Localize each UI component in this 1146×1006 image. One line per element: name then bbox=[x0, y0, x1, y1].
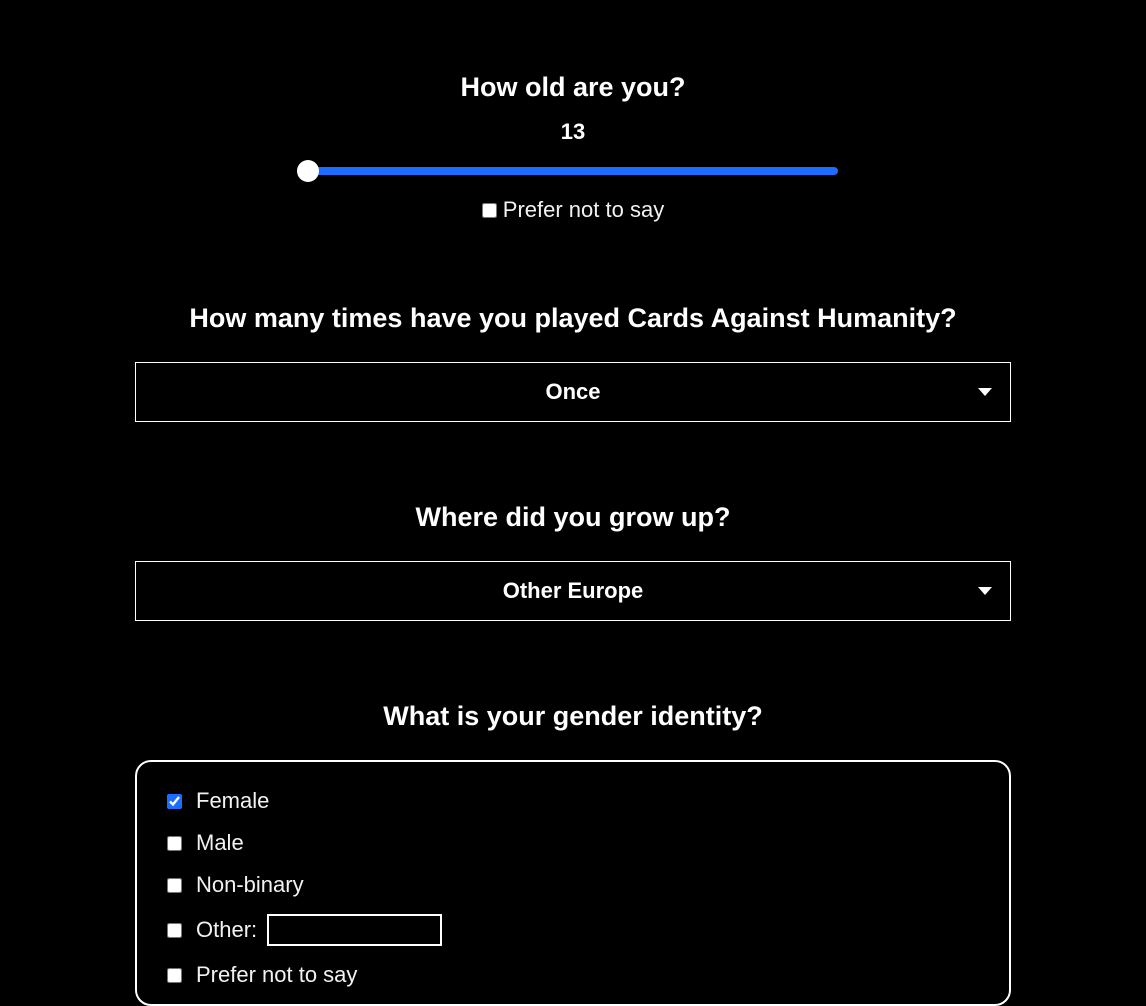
gender-label[interactable]: Non-binary bbox=[196, 872, 304, 898]
gender-option: Female bbox=[167, 788, 979, 814]
grow-up-question: Where did you grow up? bbox=[135, 502, 1011, 533]
grow-up-value: Other Europe bbox=[136, 578, 1010, 604]
gender-option: Non-binary bbox=[167, 872, 979, 898]
chevron-down-icon bbox=[978, 388, 992, 396]
gender-checkbox[interactable] bbox=[167, 968, 182, 983]
gender-question: What is your gender identity? bbox=[135, 701, 1011, 732]
gender-list: Female Male Non-binary Other: Prefer not to … bbox=[167, 788, 979, 988]
age-slider-thumb[interactable] bbox=[297, 160, 319, 182]
age-section: How old are you? 13 Prefer not to say bbox=[135, 72, 1011, 223]
age-slider-track bbox=[308, 167, 838, 175]
gender-label[interactable]: Male bbox=[196, 830, 244, 856]
age-question: How old are you? bbox=[135, 72, 1011, 103]
gender-box: Female Male Non-binary Other: Prefer not to … bbox=[135, 760, 1011, 1006]
age-prefer-label[interactable]: Prefer not to say bbox=[503, 197, 664, 223]
gender-checkbox[interactable] bbox=[167, 878, 182, 893]
age-prefer-checkbox[interactable] bbox=[482, 203, 497, 218]
times-played-question: How many times have you played Cards Aga… bbox=[135, 303, 1011, 334]
age-prefer-row: Prefer not to say bbox=[135, 197, 1011, 223]
grow-up-dropdown[interactable]: Other Europe bbox=[135, 561, 1011, 621]
gender-option: Prefer not to say bbox=[167, 962, 979, 988]
gender-label[interactable]: Other: bbox=[196, 917, 257, 943]
gender-option: Male bbox=[167, 830, 979, 856]
gender-option: Other: bbox=[167, 914, 979, 946]
gender-label[interactable]: Female bbox=[196, 788, 269, 814]
gender-label[interactable]: Prefer not to say bbox=[196, 962, 357, 988]
age-value: 13 bbox=[135, 119, 1011, 145]
times-played-value: Once bbox=[136, 379, 1010, 405]
gender-checkbox[interactable] bbox=[167, 836, 182, 851]
grow-up-section: Where did you grow up? Other Europe bbox=[135, 502, 1011, 621]
gender-other-input[interactable] bbox=[267, 914, 442, 946]
age-slider[interactable] bbox=[308, 157, 838, 185]
times-played-section: How many times have you played Cards Aga… bbox=[135, 303, 1011, 422]
gender-section: What is your gender identity? Female Male… bbox=[135, 701, 1011, 1006]
gender-checkbox[interactable] bbox=[167, 794, 182, 809]
times-played-dropdown[interactable]: Once bbox=[135, 362, 1011, 422]
chevron-down-icon bbox=[978, 587, 992, 595]
gender-checkbox[interactable] bbox=[167, 923, 182, 938]
